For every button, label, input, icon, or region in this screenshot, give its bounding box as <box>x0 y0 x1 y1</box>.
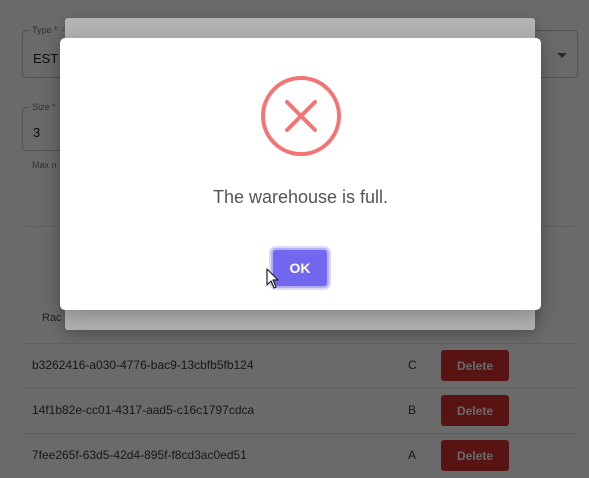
mouse-cursor-icon <box>266 268 279 289</box>
alert-message: The warehouse is full. <box>212 187 389 207</box>
alert-dialog: The warehouse is full. OK <box>60 38 541 310</box>
error-x-icon <box>259 74 343 158</box>
